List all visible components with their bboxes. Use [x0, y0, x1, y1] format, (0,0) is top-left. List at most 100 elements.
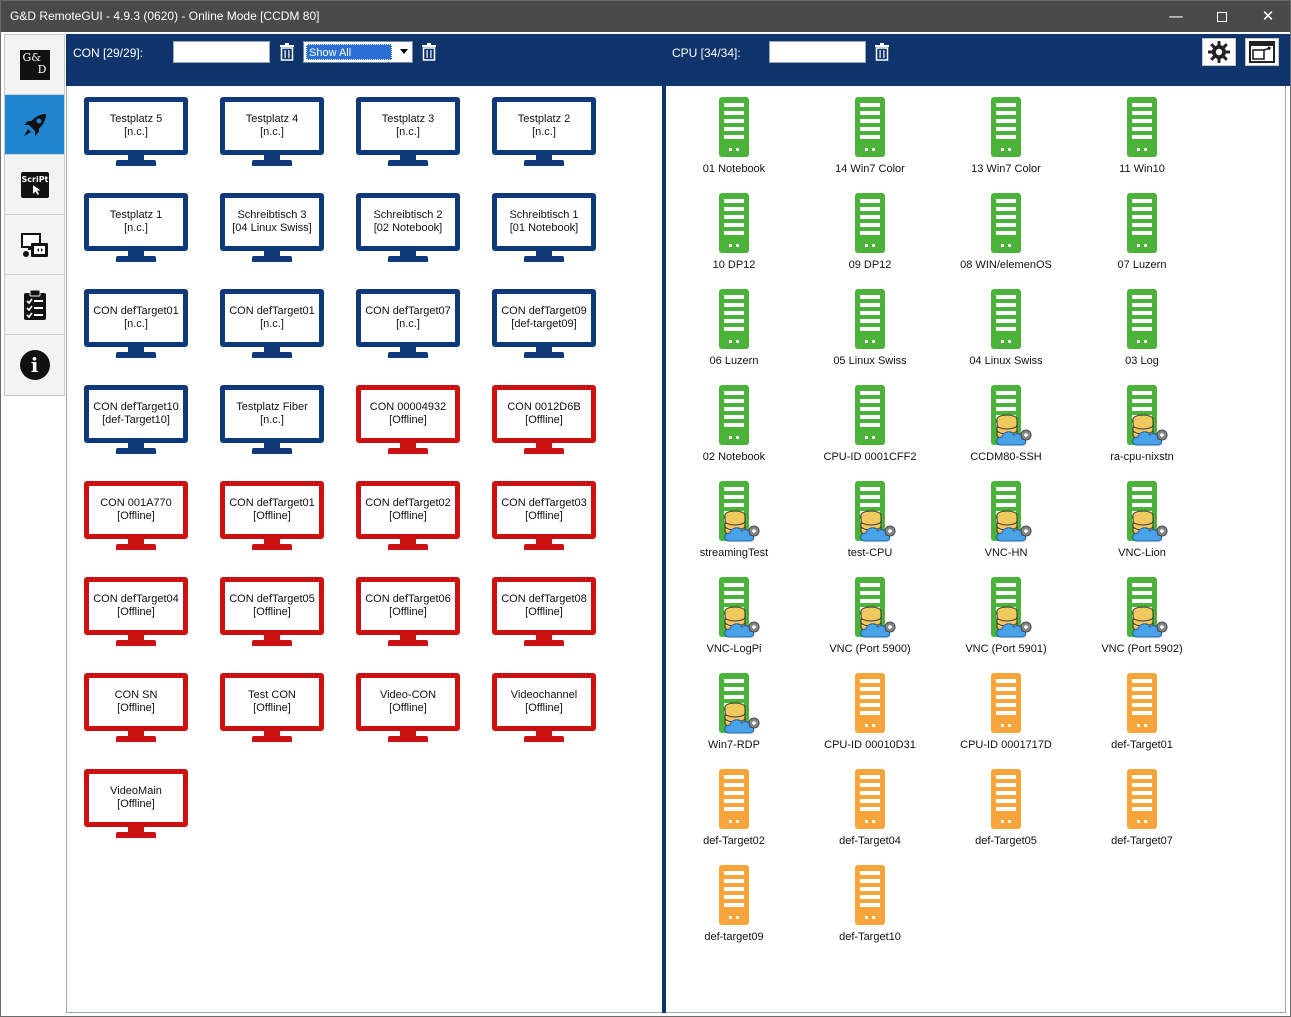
con-device-tile[interactable]: Schreibtisch 2 [02 Notebook] [356, 193, 460, 265]
monitor-base [252, 256, 292, 262]
monitor-icon: Schreibtisch 3 [04 Linux Swiss] [220, 193, 324, 251]
con-device-tile[interactable]: CON defTarget05 [Offline] [220, 577, 324, 649]
sidebar-item-checklist[interactable] [5, 275, 64, 335]
con-device-tile[interactable]: CON SN [Offline] [84, 673, 188, 745]
cpu-device-tile[interactable]: def-Target05 [941, 769, 1071, 857]
cpu-device-tile[interactable]: Win7-RDP [669, 673, 799, 761]
con-device-tile[interactable]: CON defTarget02 [Offline] [356, 481, 460, 553]
cpu-device-tile[interactable]: def-target09 [669, 865, 799, 953]
monitor-icon: Videochannel [Offline] [492, 673, 596, 731]
con-device-name: CON defTarget01 [229, 305, 315, 317]
con-device-name: Schreibtisch 3 [237, 209, 307, 221]
sidebar-item-matrix[interactable] [5, 95, 64, 155]
cpu-device-tile[interactable]: def-Target07 [1077, 769, 1207, 857]
con-device-tile[interactable]: Videochannel [Offline] [492, 673, 596, 745]
cpu-device-tile[interactable]: CPU-ID 00010D31 [805, 673, 935, 761]
cpu-device-tile[interactable]: streamingTest [669, 481, 799, 569]
monitor-base [524, 640, 564, 646]
cpu-device-tile[interactable]: 14 Win7 Color [805, 97, 935, 185]
cpu-device-tile[interactable]: def-Target01 [1077, 673, 1207, 761]
cpu-device-tile[interactable]: 09 DP12 [805, 193, 935, 281]
cpu-device-tile[interactable]: 08 WIN/elemenOS [941, 193, 1071, 281]
con-device-status: [Offline] [525, 702, 563, 714]
cpu-device-tile[interactable]: VNC (Port 5900) [805, 577, 935, 665]
cpu-filter-input[interactable] [769, 41, 866, 63]
cpu-device-tile[interactable]: 02 Notebook [669, 385, 799, 473]
con-device-tile[interactable]: CON defTarget09 [def-target09] [492, 289, 596, 361]
cpu-device-tile[interactable]: VNC-HN [941, 481, 1071, 569]
maximize-button[interactable] [1199, 1, 1245, 32]
cpu-device-tile[interactable]: 03 Log [1077, 289, 1207, 377]
con-device-tile[interactable]: Testplatz 5 [n.c.] [84, 97, 188, 169]
con-device-tile[interactable]: CON defTarget01 [Offline] [220, 481, 324, 553]
con-device-tile[interactable]: Video-CON [Offline] [356, 673, 460, 745]
cpu-device-tile[interactable]: CCDM80-SSH [941, 385, 1071, 473]
con-device-tile[interactable]: Test CON [Offline] [220, 673, 324, 745]
sidebar-item-config[interactable] [5, 215, 64, 275]
cpu-device-tile[interactable]: VNC-LogPi [669, 577, 799, 665]
con-device-name: CON defTarget02 [365, 497, 451, 509]
cpu-device-name: def-Target02 [703, 835, 765, 847]
sidebar-item-home[interactable]: G& D [5, 35, 64, 95]
monitor-base [524, 256, 564, 262]
cpu-device-tile[interactable]: 13 Win7 Color [941, 97, 1071, 185]
cpu-device-tile[interactable]: ra-cpu-nixstn [1077, 385, 1207, 473]
sidebar-item-script[interactable]: ScriPt [5, 155, 64, 215]
con-device-status: [n.c.] [396, 318, 420, 330]
close-button[interactable]: ✕ [1245, 1, 1291, 32]
cpu-device-tile[interactable]: CPU-ID 0001CFF2 [805, 385, 935, 473]
close-icon: ✕ [1261, 7, 1275, 25]
con-device-tile[interactable]: Testplatz 1 [n.c.] [84, 193, 188, 265]
con-device-tile[interactable]: CON defTarget08 [Offline] [492, 577, 596, 649]
server-icon [991, 673, 1021, 733]
con-device-tile[interactable]: CON defTarget10 [def-Target10] [84, 385, 188, 457]
cpu-device-tile[interactable]: 04 Linux Swiss [941, 289, 1071, 377]
maximize-icon [1217, 11, 1227, 22]
minimize-button[interactable]: — [1153, 1, 1199, 32]
con-device-status: [Offline] [525, 606, 563, 618]
cpu-device-tile[interactable]: VNC (Port 5901) [941, 577, 1071, 665]
sidebar-item-info[interactable]: i [5, 335, 64, 395]
con-device-tile[interactable]: Testplatz 3 [n.c.] [356, 97, 460, 169]
con-device-tile[interactable]: CON defTarget01 [n.c.] [220, 289, 324, 361]
cpu-device-tile[interactable]: 05 Linux Swiss [805, 289, 935, 377]
cpu-device-tile[interactable]: 01 Notebook [669, 97, 799, 185]
con-filter-clear-icon[interactable] [279, 43, 295, 61]
con-device-tile[interactable]: Schreibtisch 1 [01 Notebook] [492, 193, 596, 265]
con-device-name: CON 00004932 [369, 401, 447, 413]
con-device-tile[interactable]: Testplatz 4 [n.c.] [220, 97, 324, 169]
cpu-device-tile[interactable]: def-Target10 [805, 865, 935, 953]
con-device-tile[interactable]: CON 001A770 [Offline] [84, 481, 188, 553]
cpu-device-tile[interactable]: def-Target02 [669, 769, 799, 857]
cpu-device-tile[interactable]: VNC (Port 5902) [1077, 577, 1207, 665]
settings-button[interactable] [1202, 38, 1236, 66]
server-icon [855, 193, 885, 253]
cpu-device-tile[interactable]: VNC-Lion [1077, 481, 1207, 569]
con-device-tile[interactable]: CON defTarget01 [n.c.] [84, 289, 188, 361]
cpu-device-tile[interactable]: def-Target04 [805, 769, 935, 857]
cpu-device-tile[interactable]: 06 Luzern [669, 289, 799, 377]
con-device-tile[interactable]: CON defTarget07 [n.c.] [356, 289, 460, 361]
cpu-device-tile[interactable]: CPU-ID 0001717D [941, 673, 1071, 761]
con-device-tile[interactable]: VideoMain [Offline] [84, 769, 188, 841]
cpu-device-tile[interactable]: 11 Win10 [1077, 97, 1207, 185]
con-device-tile[interactable]: Schreibtisch 3 [04 Linux Swiss] [220, 193, 324, 265]
con-device-tile[interactable]: CON 00004932 [Offline] [356, 385, 460, 457]
cpu-device-tile[interactable]: 10 DP12 [669, 193, 799, 281]
cpu-device-tile[interactable]: 07 Luzern [1077, 193, 1207, 281]
con-status-select[interactable]: Show All [303, 41, 413, 63]
con-device-tile[interactable]: CON defTarget04 [Offline] [84, 577, 188, 649]
con-filter-input[interactable] [173, 41, 270, 63]
con-device-name: Schreibtisch 2 [373, 209, 443, 221]
con-device-tile[interactable]: CON 0012D6B [Offline] [492, 385, 596, 457]
con-device-tile[interactable]: Testplatz 2 [n.c.] [492, 97, 596, 169]
con-device-tile[interactable]: Testplatz Fiber [n.c.] [220, 385, 324, 457]
window-layout-button[interactable] [1245, 38, 1279, 66]
con-device-tile[interactable]: CON defTarget03 [Offline] [492, 481, 596, 553]
cpu-device-tile[interactable]: test-CPU [805, 481, 935, 569]
con-device-name: Testplatz 1 [109, 209, 163, 221]
cpu-filter-clear-icon[interactable] [874, 43, 890, 61]
cpu-device-name: Win7-RDP [708, 739, 760, 751]
con-device-tile[interactable]: CON defTarget06 [Offline] [356, 577, 460, 649]
con-select-clear-icon[interactable] [421, 43, 437, 61]
